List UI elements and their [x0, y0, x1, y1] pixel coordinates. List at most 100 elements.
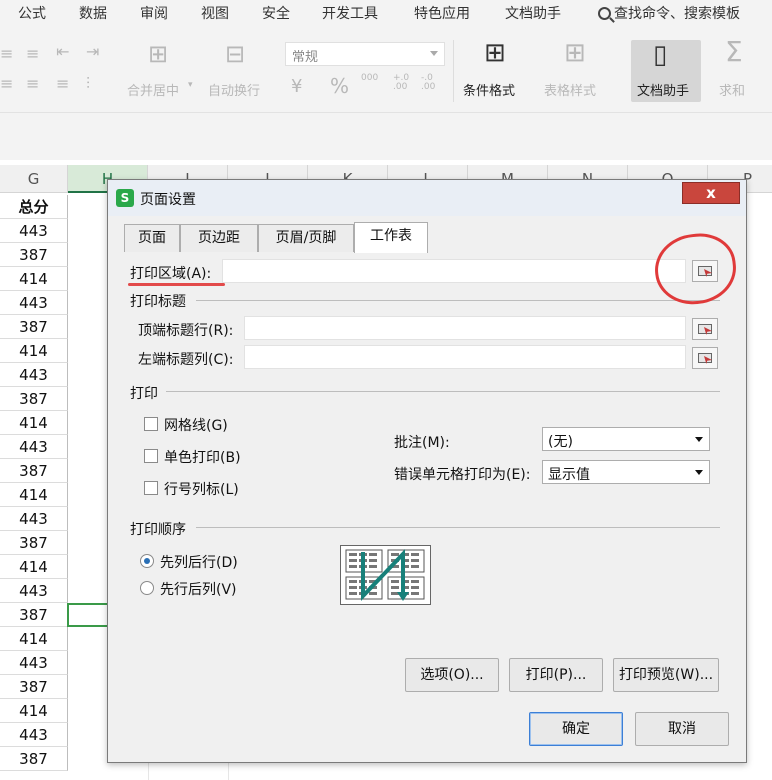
justify-icon[interactable]: ≡	[26, 76, 39, 92]
sigma-icon: Σ	[725, 35, 743, 68]
left-cols-input[interactable]	[244, 345, 686, 369]
ok-button[interactable]: 确定	[529, 712, 623, 746]
indent-decrease-icon[interactable]: ⇤	[56, 44, 69, 60]
merge-icon: ⊞	[148, 40, 169, 68]
merge-center-label: 合并居中	[127, 84, 180, 99]
down-then-over-label: 先列后行(D)	[160, 555, 238, 571]
over-then-down-label: 先行后列(V)	[160, 582, 237, 598]
print-titles-group-label: 打印标题	[130, 294, 186, 310]
close-button[interactable]: x	[682, 182, 740, 204]
menu-data[interactable]: 数据	[79, 3, 107, 23]
total-score-cell[interactable]: 443	[0, 579, 68, 603]
distribute-v-icon[interactable]: ⫶	[86, 76, 90, 92]
menu-special[interactable]: 特色应用	[414, 3, 470, 23]
total-score-cell[interactable]: 414	[0, 627, 68, 651]
cancel-button[interactable]: 取消	[635, 712, 729, 746]
errors-label: 错误单元格打印为(E):	[394, 467, 531, 483]
print-button[interactable]: 打印(P)...	[509, 658, 603, 692]
menu-review[interactable]: 审阅	[140, 3, 168, 23]
total-score-cell[interactable]: 387	[0, 747, 68, 771]
sum-label: 求和	[719, 84, 746, 99]
left-cols-picker-button[interactable]	[692, 347, 718, 369]
tab-worksheet[interactable]: 工作表	[354, 222, 428, 253]
decimal-increase-button[interactable]: +.0 .00	[393, 74, 413, 92]
dialog-title: 页面设置	[140, 192, 196, 208]
search-icon	[598, 7, 611, 20]
total-score-cell[interactable]: 387	[0, 387, 68, 411]
top-rows-input[interactable]	[244, 316, 686, 340]
print-area-label: 打印区域(A):	[130, 266, 212, 282]
top-rows-picker-button[interactable]	[692, 318, 718, 340]
over-then-down-radio[interactable]	[140, 581, 154, 595]
search-command[interactable]: 查找命令、搜索模板	[598, 3, 740, 23]
tab-page[interactable]: 页面	[124, 224, 180, 252]
total-score-cell[interactable]: 443	[0, 651, 68, 675]
total-score-cell[interactable]: 414	[0, 483, 68, 507]
tab-margins[interactable]: 页边距	[180, 224, 258, 252]
conditional-format-icon: ⊞	[484, 38, 506, 68]
group-divider	[166, 391, 720, 392]
errors-value: 显示值	[548, 467, 590, 483]
align-right-icon[interactable]: ≡	[0, 76, 13, 92]
menu-view[interactable]: 视图	[201, 3, 229, 23]
distribute-icon[interactable]: ≡	[56, 76, 69, 92]
menu-developer[interactable]: 开发工具	[322, 3, 378, 23]
total-score-cell[interactable]: 387	[0, 675, 68, 699]
mono-checkbox[interactable]	[144, 449, 158, 463]
total-score-cell[interactable]: 414	[0, 267, 68, 291]
indent-increase-icon[interactable]: ⇥	[86, 44, 99, 60]
menu-formula[interactable]: 公式	[18, 3, 46, 23]
total-score-cell[interactable]: 443	[0, 507, 68, 531]
print-preview-button[interactable]: 打印预览(W)...	[613, 658, 719, 692]
total-score-cell[interactable]: 387	[0, 315, 68, 339]
total-score-cell[interactable]: 414	[0, 411, 68, 435]
search-command-label: 查找命令、搜索模板	[614, 6, 740, 22]
total-score-cell[interactable]: 443	[0, 435, 68, 459]
dialog-titlebar[interactable]: S 页面设置 x	[108, 180, 746, 216]
rowcol-checkbox[interactable]	[144, 481, 158, 495]
page-setup-dialog: S 页面设置 x 页面 页边距 页眉/页脚 工作表 打印区域(A): 打印标题 …	[107, 179, 747, 763]
options-button[interactable]: 选项(O)...	[405, 658, 499, 692]
total-score-cell[interactable]: 387	[0, 243, 68, 267]
total-score-cell[interactable]: 387	[0, 531, 68, 555]
total-score-cell[interactable]: 443	[0, 723, 68, 747]
gridlines-checkbox[interactable]	[144, 417, 158, 431]
menu-bar: 公式 数据 审阅 视图 安全 开发工具 特色应用 文档助手 查找命令、搜索模板	[0, 0, 772, 26]
decimal-decrease-button[interactable]: -.0 .00	[421, 74, 441, 92]
number-format-select[interactable]: 常规	[285, 42, 445, 66]
chevron-down-icon	[430, 51, 438, 56]
group-divider	[196, 300, 720, 301]
tab-header-footer[interactable]: 页眉/页脚	[258, 224, 354, 252]
wrap-icon: ⊟	[225, 40, 246, 68]
errors-select[interactable]: 显示值	[542, 460, 710, 484]
total-score-header[interactable]: 总分	[0, 195, 68, 219]
table-style-label: 表格样式	[544, 84, 597, 99]
thousands-button[interactable]: 000	[361, 74, 378, 83]
menu-doc-assistant[interactable]: 文档助手	[505, 3, 561, 23]
total-score-cell[interactable]: 387	[0, 603, 68, 627]
total-score-cell[interactable]: 387	[0, 459, 68, 483]
align-left-icon[interactable]: ≡	[0, 46, 13, 62]
total-score-cell[interactable]: 443	[0, 363, 68, 387]
doc-assistant-label: 文档助手	[637, 84, 690, 99]
comments-value: (无)	[548, 434, 573, 450]
wps-sheet-icon: S	[116, 189, 134, 207]
column-header-g[interactable]: G	[0, 165, 68, 193]
total-score-cell[interactable]: 443	[0, 219, 68, 243]
doc-assistant-button[interactable]: ▯ 文档助手	[631, 40, 701, 102]
total-score-cell[interactable]: 414	[0, 555, 68, 579]
percent-button[interactable]: %	[330, 76, 349, 96]
comments-select[interactable]: (无)	[542, 427, 710, 451]
down-then-over-radio[interactable]	[140, 554, 154, 568]
menu-security[interactable]: 安全	[262, 3, 290, 23]
selected-cell[interactable]	[67, 603, 109, 627]
ribbon: ≡ ≡ ⇤ ⇥ ≡ ≡ ≡ ⫶ ⊞ 合并居中 ▾ ⊟ 自动换行 常规 ¥ % 0…	[0, 26, 772, 112]
total-score-cell[interactable]: 443	[0, 291, 68, 315]
align-center-icon[interactable]: ≡	[26, 46, 39, 62]
phone-wrench-icon: ▯	[653, 40, 668, 70]
currency-icon[interactable]: ¥	[291, 78, 302, 96]
total-score-cell[interactable]: 414	[0, 699, 68, 723]
print-area-input[interactable]	[222, 259, 686, 283]
total-score-cell[interactable]: 414	[0, 339, 68, 363]
table-style-icon: ⊞	[564, 38, 586, 68]
